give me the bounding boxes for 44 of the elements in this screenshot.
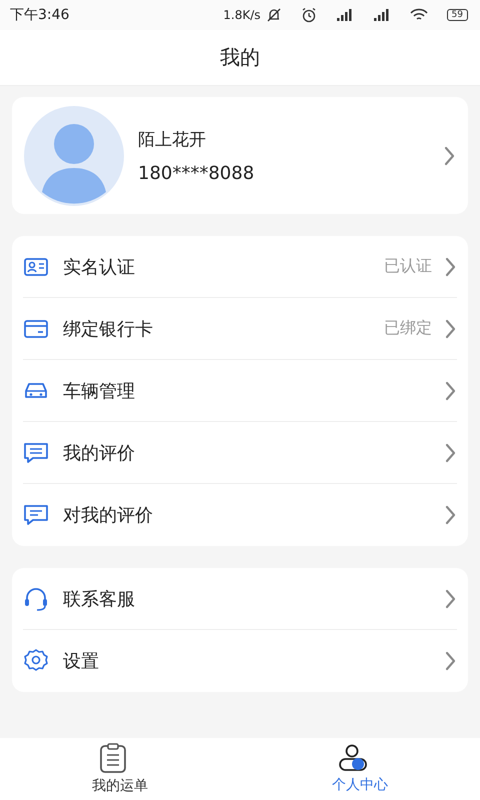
person-icon: [338, 744, 368, 772]
muted-bell-icon: [266, 7, 282, 23]
alarm-icon: [300, 7, 317, 23]
battery-indicator: 59: [446, 9, 468, 21]
menu-item[interactable]: 车辆管理: [23, 360, 457, 422]
menu-item[interactable]: 实名认证 已认证: [23, 236, 457, 298]
headset-icon: [23, 586, 49, 612]
menu-item[interactable]: 我的评价: [23, 422, 457, 484]
phone-number: 180****8088: [138, 162, 256, 184]
tab[interactable]: 我的运单: [0, 738, 240, 800]
chevron-right-icon: [443, 146, 456, 166]
menu-label: 我的评价: [63, 442, 136, 464]
chevron-right-icon: [444, 588, 457, 608]
menu-item[interactable]: 设置: [23, 630, 457, 692]
menu-item[interactable]: 绑定银行卡 已绑定: [23, 298, 457, 360]
status-text: 已绑定: [384, 318, 432, 339]
chevron-right-icon: [444, 442, 457, 462]
wifi-icon: [410, 8, 428, 22]
page-title: 我的: [220, 44, 260, 71]
signal-icon: [372, 8, 391, 22]
menu-item[interactable]: 联系客服: [23, 568, 457, 630]
network-speed: 1.8K/s: [223, 8, 261, 22]
clipboard-icon: [99, 743, 127, 773]
profile-card[interactable]: 陌上花开 180****8088: [12, 97, 468, 214]
user-name: 陌上花开: [138, 128, 207, 150]
menu-label: 设置: [63, 650, 100, 673]
menu-label: 绑定银行卡: [63, 318, 154, 340]
menu-label: 实名认证: [63, 256, 136, 278]
chevron-right-icon: [444, 256, 457, 276]
status-time: 下午3:46: [10, 6, 70, 24]
chevron-right-icon: [444, 651, 457, 671]
chevron-right-icon: [444, 318, 457, 338]
menu-label: 对我的评价: [63, 504, 154, 527]
settings-icon: [23, 648, 49, 674]
chevron-right-icon: [444, 505, 457, 525]
menu-label: 车辆管理: [63, 380, 136, 402]
comment-icon: [23, 502, 49, 528]
avatar-icon: [24, 106, 124, 206]
tab[interactable]: 个人中心: [240, 738, 480, 800]
menu-label: 联系客服: [63, 588, 136, 610]
menu-item[interactable]: 对我的评价: [23, 484, 457, 546]
status-text: 已认证: [384, 256, 432, 277]
signal-icon: [336, 8, 354, 22]
chevron-right-icon: [444, 380, 457, 400]
